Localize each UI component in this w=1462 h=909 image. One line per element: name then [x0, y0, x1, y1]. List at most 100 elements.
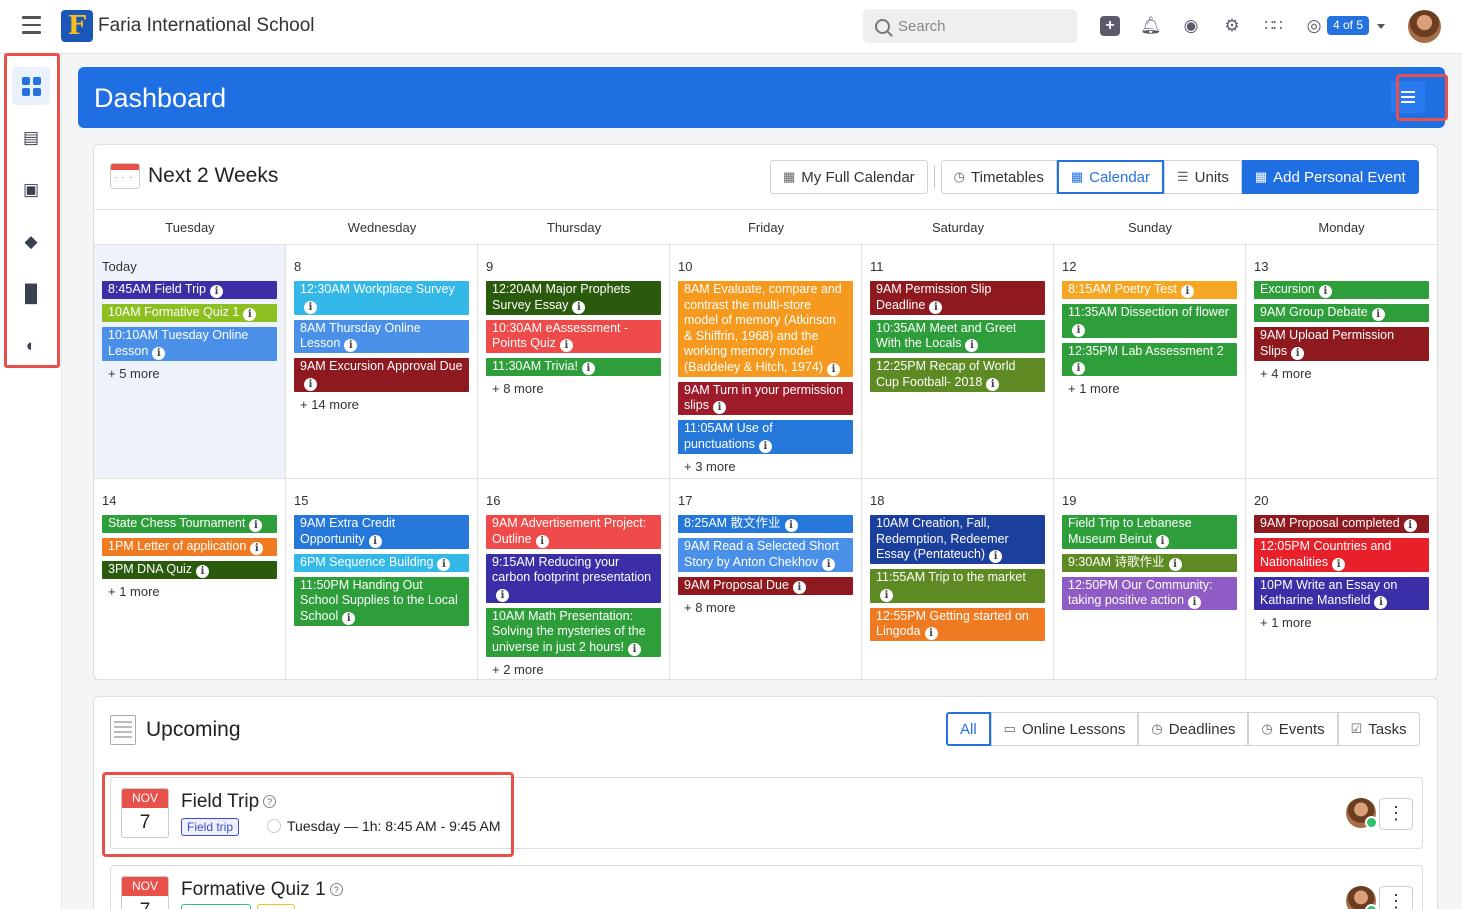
info-icon[interactable]: i: [250, 542, 264, 555]
calendar-event[interactable]: 8:15AM Poetry Test i: [1062, 281, 1237, 299]
calendar-event[interactable]: 12:05PM Countries and Nationalities i: [1254, 538, 1429, 572]
calendar-day-cell[interactable]: 9 12:20AM Major Prophets Survey Essay i 10:…: [478, 245, 670, 479]
info-icon[interactable]: i: [249, 519, 263, 532]
tab-timetables[interactable]: ◷ Timetables: [940, 160, 1057, 194]
info-icon[interactable]: i: [792, 580, 806, 594]
filter-online-lessons[interactable]: ▭ Online Lessons: [990, 712, 1139, 746]
calendar-day-cell[interactable]: 19 Field Trip to Lebanese Museum Beirut i 9…: [1054, 479, 1246, 680]
add-personal-event-button[interactable]: ▦ Add Personal Event: [1241, 160, 1419, 194]
chat-icon[interactable]: ◉: [1181, 16, 1201, 36]
info-icon[interactable]: i: [572, 300, 586, 314]
info-icon[interactable]: i: [243, 308, 257, 321]
school-logo[interactable]: F: [61, 10, 93, 42]
school-name[interactable]: Faria International School: [98, 15, 315, 37]
menu-icon[interactable]: [22, 16, 41, 34]
calendar-event[interactable]: 9:15AM Reducing your carbon footprint pr…: [486, 553, 661, 603]
info-icon[interactable]: i: [581, 362, 595, 375]
more-events-link[interactable]: + 5 more: [108, 366, 277, 381]
calendar-event[interactable]: 3PM DNA Quiz i: [102, 561, 277, 579]
info-icon[interactable]: i: [152, 346, 166, 360]
info-icon[interactable]: i: [304, 300, 317, 314]
calendar-event[interactable]: 1PM Letter of application i: [102, 538, 277, 556]
calendar-day-cell[interactable]: 18 10AM Creation, Fall, Redemption, Redee…: [862, 479, 1054, 680]
info-icon[interactable]: i: [1188, 596, 1202, 609]
info-icon[interactable]: i: [368, 534, 382, 548]
info-icon[interactable]: i: [437, 557, 451, 571]
info-icon[interactable]: i: [496, 588, 509, 602]
help-icon[interactable]: ◎: [1304, 16, 1324, 36]
info-icon[interactable]: i: [1156, 534, 1170, 548]
calendar-day-cell[interactable]: 12 8:15AM Poetry Test i 11:35AM Dissection …: [1054, 245, 1246, 479]
info-icon[interactable]: i: [965, 339, 979, 352]
calendar-event[interactable]: 12:25PM Recap of World Cup Football- 201…: [870, 358, 1045, 392]
calendar-event[interactable]: 10AM Formative Quiz 1i: [102, 304, 277, 322]
calendar-event[interactable]: 11:55AM Trip to the market i: [870, 569, 1045, 603]
calendar-day-cell[interactable]: 20 9AM Proposal completed i 12:05PM Countri…: [1246, 479, 1437, 680]
calendar-event[interactable]: 10AM Creation, Fall, Redemption, Redeeme…: [870, 515, 1045, 564]
calendar-event[interactable]: Field Trip to Lebanese Museum Beirut i: [1062, 515, 1237, 549]
info-icon[interactable]: i: [1072, 323, 1085, 337]
calendar-event[interactable]: 11:50PM Handing Out School Supplies to t…: [294, 576, 469, 626]
info-icon[interactable]: i: [1371, 308, 1385, 321]
more-events-link[interactable]: + 3 more: [684, 459, 853, 474]
calendar-event[interactable]: 8AM Evaluate, compare and contrast the m…: [678, 281, 853, 377]
owner-avatar[interactable]: [1346, 798, 1378, 829]
more-events-link[interactable]: + 8 more: [492, 381, 661, 396]
info-icon[interactable]: i: [628, 642, 642, 656]
user-avatar[interactable]: [1408, 10, 1441, 43]
calendar-day-cell[interactable]: 16 9AM Advertisement Project: Outline i 9:1…: [478, 479, 670, 680]
info-icon[interactable]: i: [929, 300, 943, 314]
calendar-event[interactable]: 10:30AM eAssessment - Points Quiz i: [486, 319, 661, 353]
search-input[interactable]: Search: [863, 9, 1077, 43]
calendar-event[interactable]: 6PM Sequence Building i: [294, 553, 469, 572]
calendar-event[interactable]: 9:30AM 诗歌作业 i: [1062, 553, 1237, 572]
info-icon[interactable]: i: [986, 377, 1000, 391]
calendar-day-cell[interactable]: 8 12:30AM Workplace Surveyi 8AM Thursday O…: [286, 245, 478, 479]
chevron-down-icon[interactable]: [1377, 24, 1385, 29]
info-icon[interactable]: i: [1318, 285, 1332, 298]
info-icon[interactable]: i: [1374, 596, 1388, 609]
add-icon[interactable]: +: [1100, 16, 1120, 36]
full-calendar-button[interactable]: ▦ My Full Calendar: [770, 160, 928, 194]
progress-badge[interactable]: 4 of 5: [1327, 16, 1370, 35]
calendar-event[interactable]: 9AM Proposal Due i: [678, 576, 853, 595]
calendar-event[interactable]: Excursion i: [1254, 281, 1429, 299]
info-icon[interactable]: i: [924, 627, 938, 640]
calendar-event[interactable]: 12:35PM Lab Assessment 2 i: [1062, 342, 1237, 376]
tab-calendar[interactable]: ▦ Calendar: [1056, 160, 1164, 194]
calendar-day-cell[interactable]: 13 Excursion i 9AM Group Debate i 9AM Upload …: [1246, 245, 1437, 479]
info-icon[interactable]: i: [1403, 519, 1417, 532]
calendar-event[interactable]: 8AM Thursday Online Lesson i: [294, 319, 469, 353]
info-icon[interactable]: i: [344, 339, 358, 352]
info-icon[interactable]: i: [758, 439, 772, 453]
calendar-day-cell[interactable]: Today 8:45AM Field Trip i 10AM Formative Qu…: [94, 245, 286, 479]
more-events-link[interactable]: + 1 more: [1260, 615, 1429, 630]
info-icon[interactable]: i: [304, 377, 317, 391]
apps-grid-icon[interactable]: ∷∷: [1263, 16, 1283, 36]
info-icon[interactable]: i: [196, 565, 210, 578]
calendar-day-cell[interactable]: 11 9AM Permission Slip Deadline i 10:35AM M…: [862, 245, 1054, 479]
more-events-link[interactable]: + 14 more: [300, 397, 469, 412]
calendar-event[interactable]: 8:45AM Field Trip i: [102, 281, 277, 299]
info-icon[interactable]: i: [1291, 346, 1305, 360]
calendar-event[interactable]: 9AM Advertisement Project: Outline i: [486, 515, 661, 549]
more-events-link[interactable]: + 1 more: [1068, 381, 1237, 396]
info-icon[interactable]: i: [1168, 557, 1182, 571]
calendar-event[interactable]: 9AM Proposal completed i: [1254, 515, 1429, 533]
info-icon[interactable]: ?: [329, 883, 343, 896]
more-events-link[interactable]: + 8 more: [684, 600, 853, 615]
calendar-day-cell[interactable]: 15 9AM Extra Credit Opportunity i 6PM Seque…: [286, 479, 478, 680]
calendar-event[interactable]: 9AM Extra Credit Opportunity i: [294, 515, 469, 549]
filter-tasks[interactable]: ☑ Tasks: [1337, 712, 1420, 746]
calendar-event[interactable]: 10:10AM Tuesday Online Lesson i: [102, 327, 277, 361]
info-icon[interactable]: i: [559, 339, 573, 352]
calendar-event[interactable]: 9AM Group Debate i: [1254, 304, 1429, 322]
calendar-event[interactable]: 9AM Excursion Approval Due i: [294, 358, 469, 392]
more-events-link[interactable]: + 4 more: [1260, 366, 1429, 381]
info-icon[interactable]: i: [822, 557, 836, 571]
calendar-event[interactable]: 11:35AM Dissection of flower i: [1062, 304, 1237, 338]
info-icon[interactable]: i: [342, 611, 356, 625]
calendar-event[interactable]: 10:35AM Meet and Greet With the Locals i: [870, 319, 1045, 353]
more-events-link[interactable]: + 1 more: [108, 584, 277, 599]
calendar-event[interactable]: 9AM Upload Permission Slips i: [1254, 327, 1429, 361]
